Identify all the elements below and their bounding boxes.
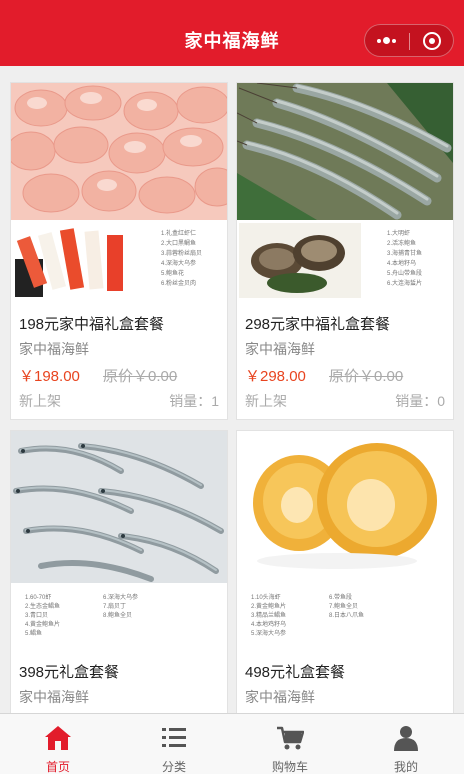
- new-arrival-tag: 新上架: [19, 393, 61, 409]
- image-list-text: 8.鲍鱼全贝: [103, 611, 132, 619]
- image-list-text: 1.60-70虾: [25, 593, 51, 601]
- mini-program-capsule: [364, 24, 454, 57]
- image-list-text: 7.鲍鱼全贝: [329, 602, 358, 610]
- close-target-icon[interactable]: [423, 32, 441, 50]
- product-image-prawns[interactable]: 1.大明虾 2.活冻鲍鱼 3.海捕青甘鱼 4.本地籽乌 5.舟山带鱼段 6.大连…: [237, 83, 453, 300]
- tab-cart-label: 购物车: [271, 760, 308, 774]
- product-card[interactable]: 1.大明虾 2.活冻鲍鱼 3.海捕青甘鱼 4.本地籽乌 5.舟山带鱼段 6.大连…: [236, 82, 454, 420]
- product-name[interactable]: 298元家中福礼盒套餐: [245, 313, 390, 334]
- product-name[interactable]: 498元礼盒套餐: [245, 661, 345, 682]
- shop-name: 家中福海鲜: [245, 341, 315, 357]
- image-list-text: 2.生态金鲳鱼: [25, 602, 60, 610]
- product-image-shrimp-meat[interactable]: 1.礼盒红虾仁 2.大口黑鲷鱼 3.蒜蓉粉丝扇贝 4.深海大乌参 5.鲍鱼花 6…: [11, 83, 227, 300]
- image-list-text: 7.扇贝丁: [103, 602, 126, 610]
- image-list-text: 6.带鱼段: [329, 593, 352, 601]
- image-list-text: 8.日本八爪鱼: [329, 611, 364, 619]
- product-price: ￥298.00: [245, 368, 306, 385]
- image-list-text: 3.蒜蓉粉丝扇贝: [161, 249, 202, 257]
- image-list-text: 4.本地籽乌: [387, 259, 416, 267]
- product-price: ￥198.00: [19, 368, 80, 385]
- image-list-text: 1.大明虾: [387, 229, 410, 237]
- product-card[interactable]: 1.礼盒红虾仁 2.大口黑鲷鱼 3.蒜蓉粉丝扇贝 4.深海大乌参 5.鲍鱼花 6…: [10, 82, 228, 420]
- product-name[interactable]: 198元家中福礼盒套餐: [19, 313, 164, 334]
- image-list-text: 5.鲳鱼: [25, 629, 42, 637]
- list-icon: [162, 728, 186, 747]
- sales-count: 销量：0: [395, 393, 445, 409]
- image-list-text: 6.大连海蜇片: [387, 279, 422, 287]
- image-list-text: 4.黄金鲍鱼片: [25, 620, 60, 628]
- tab-cart[interactable]: 购物车: [232, 714, 348, 774]
- image-list-text: 1.礼盒红虾仁: [161, 229, 196, 237]
- image-list-text: 2.大口黑鲷鱼: [161, 239, 196, 247]
- tab-mine[interactable]: 我的: [348, 714, 464, 774]
- image-list-text: 4.深海大乌参: [161, 259, 196, 267]
- shop-name: 家中福海鲜: [245, 689, 315, 705]
- image-list-text: 3.海捕青甘鱼: [387, 249, 422, 257]
- cart-icon: [277, 726, 304, 750]
- image-list-text: 5.舟山带鱼段: [387, 269, 422, 277]
- product-card[interactable]: 1.10头海虾 2.黄金鲍鱼片 3.精品兰鲳鱼 4.本地鸡籽乌 5.深海大乌参 …: [236, 430, 454, 730]
- sales-count: 销量：1: [169, 393, 219, 409]
- product-card[interactable]: 1.60-70虾 2.生态金鲳鱼 3.青口贝 4.黄金鲍鱼片 5.鲳鱼 6.深海…: [10, 430, 228, 730]
- capsule-divider: [409, 33, 410, 50]
- image-list-text: 6.深海大乌参: [103, 593, 138, 601]
- image-list-text: 3.青口贝: [25, 611, 48, 619]
- product-name[interactable]: 398元礼盒套餐: [19, 661, 119, 682]
- image-list-text: 4.本地鸡籽乌: [251, 620, 286, 628]
- image-list-text: 3.精品兰鲳鱼: [251, 611, 286, 619]
- tab-mine-label: 我的: [393, 760, 418, 774]
- nav-bar: 家中福海鲜: [0, 0, 464, 66]
- tab-bar: 首页 分类 购物车 我的: [0, 713, 464, 774]
- image-list-text: 1.10头海虾: [251, 593, 281, 601]
- more-icon[interactable]: [373, 25, 403, 56]
- original-price: 原价￥0.00: [329, 368, 404, 385]
- shop-name: 家中福海鲜: [19, 689, 89, 705]
- image-list-text: 5.深海大乌参: [251, 629, 286, 637]
- tab-category[interactable]: 分类: [116, 714, 232, 774]
- tab-home-label: 首页: [45, 760, 70, 774]
- tab-home[interactable]: 首页: [0, 714, 116, 774]
- image-list-text: 5.鲍鱼花: [161, 269, 184, 277]
- image-list-text: 2.黄金鲍鱼片: [251, 602, 286, 610]
- original-price: 原价￥0.00: [103, 368, 178, 385]
- tab-category-label: 分类: [161, 760, 186, 774]
- home-icon: [45, 726, 71, 750]
- person-icon: [394, 726, 418, 751]
- shop-name: 家中福海鲜: [19, 341, 89, 357]
- product-image-abalone[interactable]: 1.10头海虾 2.黄金鲍鱼片 3.精品兰鲳鱼 4.本地鸡籽乌 5.深海大乌参 …: [237, 431, 453, 648]
- new-arrival-tag: 新上架: [245, 393, 287, 409]
- product-image-river-shrimp[interactable]: 1.60-70虾 2.生态金鲳鱼 3.青口贝 4.黄金鲍鱼片 5.鲳鱼 6.深海…: [11, 431, 227, 648]
- image-list-text: 6.粉丝金贝肉: [161, 279, 196, 287]
- image-list-text: 2.活冻鲍鱼: [387, 239, 416, 247]
